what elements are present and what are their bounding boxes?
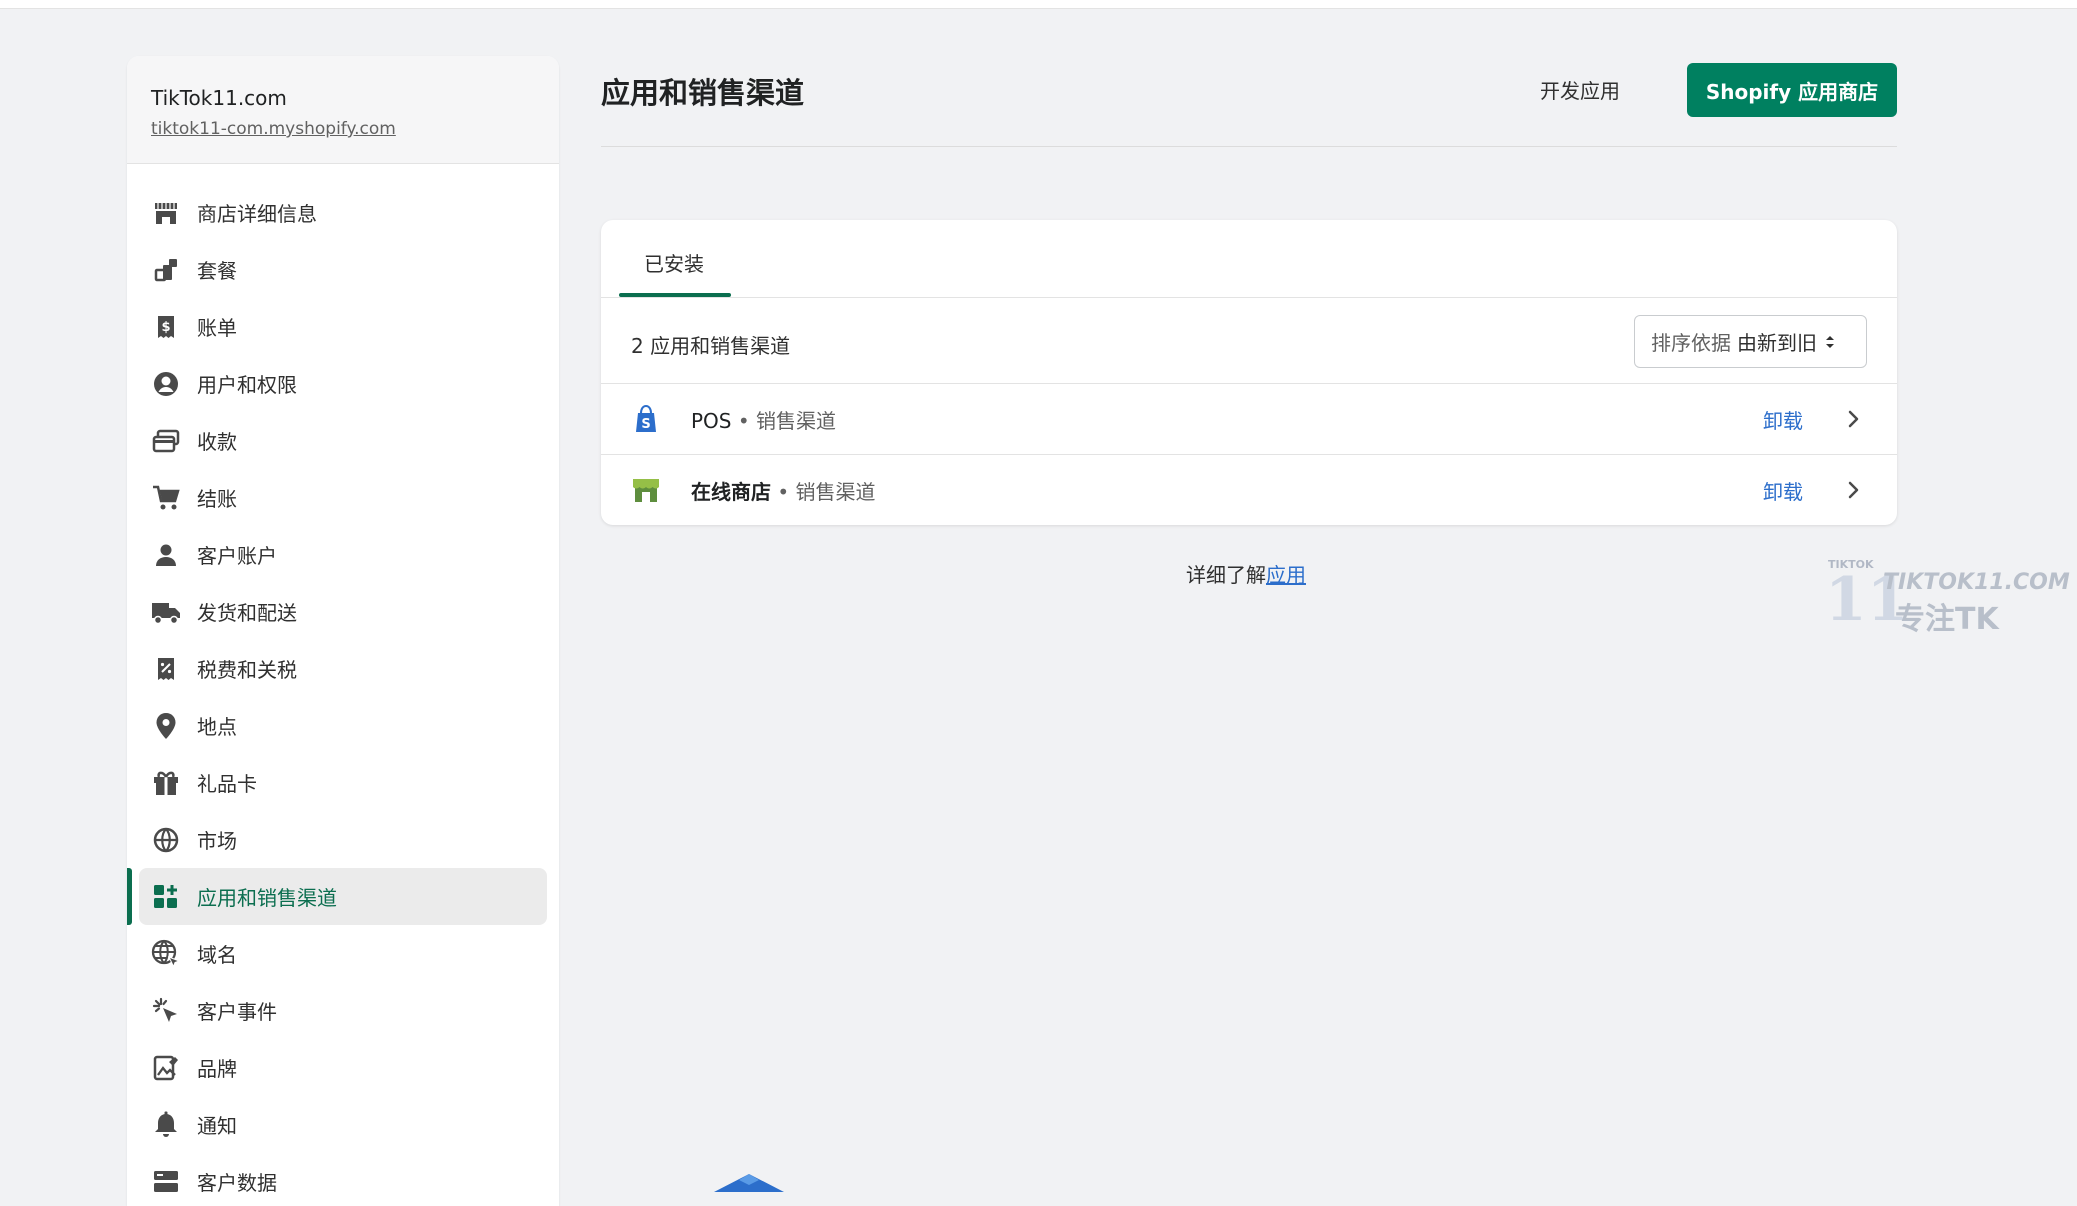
cart-icon <box>151 483 181 513</box>
truck-icon <box>151 597 181 627</box>
sidebar-item-label: 域名 <box>197 943 237 967</box>
apps-count: 2 应用和销售渠道 <box>631 334 791 358</box>
sort-select[interactable]: 排序依据 由新到旧 <box>1634 315 1867 368</box>
tax-icon <box>151 654 181 684</box>
page-title: 应用和销售渠道 <box>601 76 805 110</box>
location-icon <box>151 711 181 741</box>
sidebar-item-label: 地点 <box>197 715 237 739</box>
app-type: • 销售渠道 <box>771 479 876 504</box>
sidebar-item-label: 客户账户 <box>197 544 277 568</box>
learn-more: 详细了解应用 <box>1186 559 1306 588</box>
settings-nav: 商店详细信息 套餐 $ 账单 用户和权限 收款 结账 客户账户 发货和配送 税费… <box>127 184 559 1206</box>
uninstall-link[interactable]: 卸载 <box>1763 476 1803 505</box>
sidebar-item-gift-cards[interactable]: 礼品卡 <box>139 754 547 811</box>
sidebar-item-shipping[interactable]: 发货和配送 <box>139 583 547 640</box>
billing-icon: $ <box>151 312 181 342</box>
sidebar-item-label: 税费和关税 <box>197 658 297 682</box>
app-name: 在线商店 • 销售渠道 <box>691 476 876 505</box>
select-arrows-icon <box>1825 334 1835 350</box>
sidebar-item-users[interactable]: 用户和权限 <box>139 355 547 412</box>
watermark-slogan: 专注TK <box>1895 602 1999 637</box>
app-row-pos[interactable]: S POS • 销售渠道 卸载 <box>601 384 1897 454</box>
sidebar-item-notifications[interactable]: 通知 <box>139 1096 547 1153</box>
app-row-online-store[interactable]: 在线商店 • 销售渠道 卸载 <box>601 455 1897 525</box>
app-type: • 销售渠道 <box>731 408 837 433</box>
online-store-icon <box>631 475 661 505</box>
chevron-right-icon[interactable] <box>1841 407 1865 431</box>
data-icon <box>151 1167 181 1197</box>
sidebar-item-label: 发货和配送 <box>197 601 297 625</box>
settings-sidebar: TikTok11.com tiktok11-com.myshopify.com … <box>127 56 559 1206</box>
app-name: POS • 销售渠道 <box>691 405 836 434</box>
sidebar-item-label: 套餐 <box>197 259 237 283</box>
sidebar-item-label: 通知 <box>197 1114 237 1138</box>
app-title: POS <box>691 408 732 433</box>
store-url-link[interactable]: tiktok11-com.myshopify.com <box>151 119 396 139</box>
store-name: TikTok11.com <box>151 86 287 110</box>
sidebar-item-label: 商店详细信息 <box>197 202 317 226</box>
sidebar-item-label: 账单 <box>197 316 237 340</box>
tab-divider <box>601 297 1897 298</box>
apps-icon <box>151 882 181 912</box>
sort-key-label: 排序依据 <box>1651 331 1731 355</box>
header-divider <box>601 146 1897 147</box>
active-indicator <box>127 868 132 925</box>
globe-icon <box>151 825 181 855</box>
svg-text:S: S <box>641 417 650 432</box>
watermark-logo: TIKTOK 11 TIKTOK11.COM 专注TK <box>1823 558 2070 638</box>
payments-icon <box>151 426 181 456</box>
develop-apps-button[interactable]: 开发应用 <box>1540 75 1620 104</box>
sidebar-item-markets[interactable]: 市场 <box>139 811 547 868</box>
shopify-app-store-button[interactable]: Shopify 应用商店 <box>1687 63 1897 117</box>
sidebar-item-brand[interactable]: 品牌 <box>139 1039 547 1096</box>
learn-more-prefix: 详细了解 <box>1186 563 1266 587</box>
sidebar-item-label: 客户事件 <box>197 1000 277 1024</box>
domain-icon <box>151 939 181 969</box>
watermark-site: TIKTOK11.COM <box>1883 570 2070 595</box>
sidebar-item-payments[interactable]: 收款 <box>139 412 547 469</box>
sidebar-item-apps[interactable]: 应用和销售渠道 <box>127 868 547 925</box>
sidebar-item-domains[interactable]: 域名 <box>139 925 547 982</box>
click-icon <box>151 996 181 1026</box>
sidebar-item-label: 市场 <box>197 829 237 853</box>
brand-icon <box>151 1053 181 1083</box>
svg-text:$: $ <box>161 320 170 335</box>
sidebar-item-checkout[interactable]: 结账 <box>139 469 547 526</box>
cube-graphic-icon <box>712 1172 786 1202</box>
sidebar-item-label: 品牌 <box>197 1057 237 1081</box>
app-title: 在线商店 <box>691 479 771 504</box>
apps-help-link[interactable]: 应用 <box>1266 563 1306 587</box>
sidebar-item-billing[interactable]: $ 账单 <box>139 298 547 355</box>
chevron-right-icon[interactable] <box>1841 478 1865 502</box>
uninstall-link[interactable]: 卸载 <box>1763 405 1803 434</box>
installed-apps-card: 已安装 2 应用和销售渠道 排序依据 由新到旧 S POS • 销售渠道 卸载 … <box>601 220 1897 525</box>
store-header: TikTok11.com tiktok11-com.myshopify.com <box>127 56 559 164</box>
sidebar-item-customer-events[interactable]: 客户事件 <box>139 982 547 1039</box>
sidebar-item-label: 应用和销售渠道 <box>197 886 337 910</box>
sidebar-item-label: 客户数据 <box>197 1171 277 1195</box>
tab-installed[interactable]: 已安装 <box>644 248 704 277</box>
sort-value: 由新到旧 <box>1737 331 1817 355</box>
sidebar-item-label: 用户和权限 <box>197 373 297 397</box>
bell-icon <box>151 1110 181 1140</box>
sidebar-item-locations[interactable]: 地点 <box>139 697 547 754</box>
sidebar-item-customer-accounts[interactable]: 客户账户 <box>139 526 547 583</box>
shopify-pos-icon: S <box>631 404 661 434</box>
sidebar-item-customer-data[interactable]: 客户数据 <box>139 1153 547 1206</box>
sidebar-item-plan[interactable]: 套餐 <box>139 241 547 298</box>
top-bar <box>0 0 2077 9</box>
gift-icon <box>151 768 181 798</box>
sidebar-item-taxes[interactable]: 税费和关税 <box>139 640 547 697</box>
store-icon <box>151 198 181 228</box>
sidebar-item-store-details[interactable]: 商店详细信息 <box>139 184 547 241</box>
user-circle-icon <box>151 369 181 399</box>
plan-icon <box>151 255 181 285</box>
sidebar-item-label: 礼品卡 <box>197 772 257 796</box>
sidebar-item-label: 结账 <box>197 487 237 511</box>
person-icon <box>151 540 181 570</box>
sidebar-item-label: 收款 <box>197 430 237 454</box>
